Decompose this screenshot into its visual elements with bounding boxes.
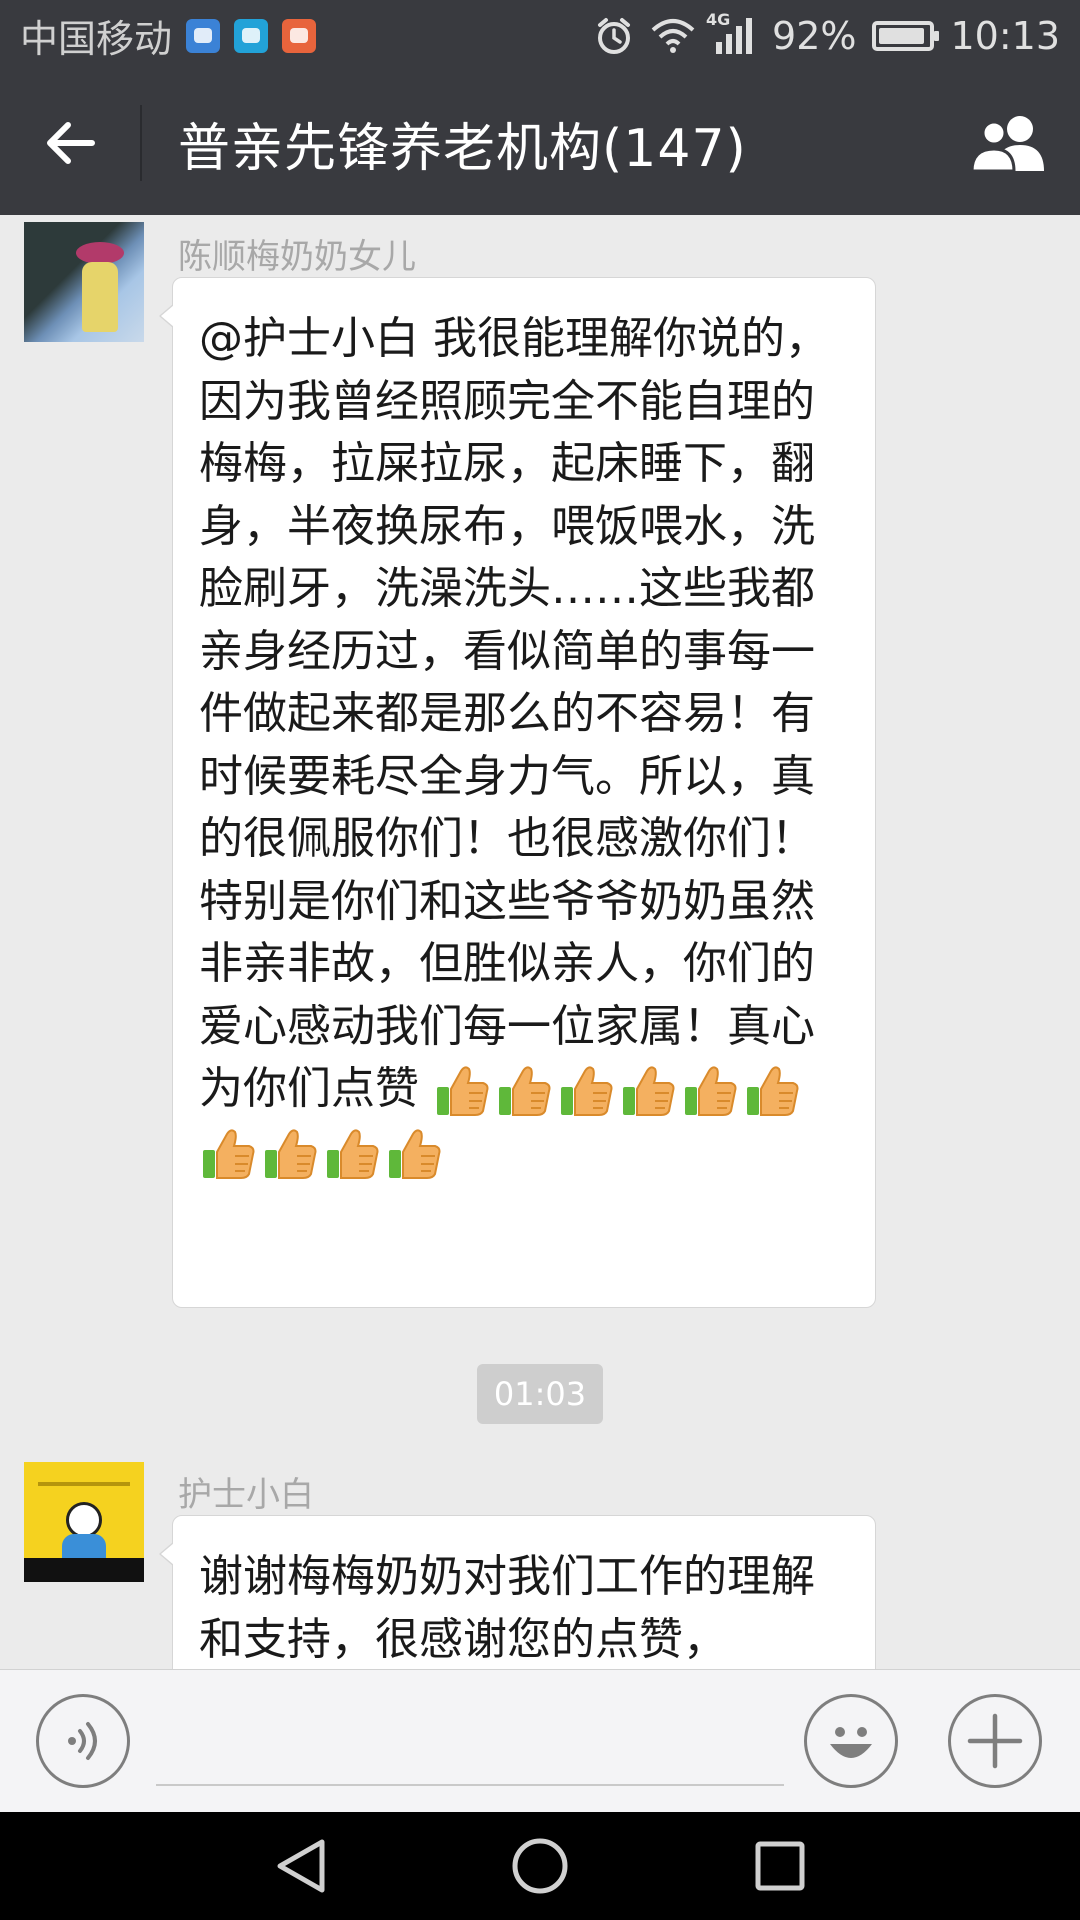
sender-name: 护士小白 — [178, 1475, 314, 1515]
thumbs-up-emoji — [619, 1063, 677, 1119]
battery-icon — [872, 20, 940, 51]
page-title: 普亲先锋养老机构(147) — [178, 118, 747, 179]
message-input[interactable] — [156, 1704, 784, 1786]
thumbs-up-emoji — [385, 1126, 443, 1182]
clock: 10:13 — [950, 13, 1060, 58]
input-bar — [0, 1669, 1080, 1812]
nav-home-button[interactable] — [508, 1834, 572, 1898]
thumbs-up-emoji — [681, 1063, 739, 1119]
header-divider — [140, 105, 142, 181]
system-nav-bar — [0, 1812, 1080, 1920]
status-bar: 中国移动 4G 92% 10:13 — [0, 0, 1080, 71]
nav-back-button[interactable] — [268, 1834, 332, 1898]
more-button[interactable] — [948, 1694, 1042, 1788]
thumbs-up-emoji — [199, 1126, 257, 1182]
emoji-button[interactable] — [804, 1694, 898, 1788]
nav-recents-button[interactable] — [748, 1834, 812, 1898]
carrier-name: 中国移动 — [20, 17, 173, 61]
plus-icon — [967, 1713, 1023, 1769]
alarm-icon — [598, 17, 631, 54]
gallery-notification-icon — [186, 18, 221, 53]
battery-percent: 92% — [772, 13, 857, 58]
thumbs-up-emoji — [261, 1126, 319, 1182]
voice-button[interactable] — [36, 1694, 130, 1788]
triangle-back-icon — [277, 1839, 325, 1893]
thumbs-up-emoji — [495, 1063, 553, 1119]
sender-name: 陈顺梅奶奶女儿 — [178, 237, 416, 277]
message-bubble[interactable]: @护士小白 我很能理解你说的，因为我曾经照顾完全不能自理的梅梅，拉屎拉尿，起床睡… — [159, 277, 876, 1308]
thumbs-up-emoji — [323, 1126, 381, 1182]
circle-home-icon — [512, 1838, 568, 1894]
avatar[interactable] — [24, 1462, 144, 1582]
message-timestamp: 01:03 — [477, 1364, 603, 1424]
avatar[interactable] — [24, 222, 144, 342]
chat-messages[interactable]: 陈顺梅奶奶女儿 @护士小白 我很能理解你说的，因为我曾经照顾完全不能自理的梅梅，… — [0, 215, 1080, 1669]
message-text: @护士小白 我很能理解你说的，因为我曾经照顾完全不能自理的梅梅，拉屎拉尿，起床睡… — [199, 313, 829, 1114]
weibo-notification-icon — [282, 18, 317, 53]
status-indicators: 4G 92% 10:13 — [594, 10, 1060, 58]
signal-indicator: 4G — [706, 10, 756, 56]
voice-icon — [68, 1722, 97, 1760]
group-members-button[interactable] — [940, 71, 1080, 215]
message-text: 谢谢梅梅奶奶对我们工作的理解和支持，很感谢您的点赞， — [199, 1551, 815, 1665]
signal-icon — [716, 17, 753, 54]
thumbs-up-emoji — [433, 1063, 491, 1119]
thumbs-up-emoji — [743, 1063, 801, 1119]
arrow-left-icon — [47, 122, 95, 164]
back-button[interactable] — [0, 71, 140, 215]
message-bubble[interactable]: 谢谢梅梅奶奶对我们工作的理解和支持，很感谢您的点赞， — [159, 1515, 876, 1669]
square-recents-icon — [755, 1841, 805, 1891]
wifi-icon — [651, 18, 695, 53]
chat-header: 普亲先锋养老机构(147) — [0, 71, 1080, 215]
group-icon — [970, 116, 1044, 173]
emoji-icon — [830, 1727, 872, 1758]
message-notification-icon — [234, 18, 269, 53]
thumbs-up-emoji — [557, 1063, 615, 1119]
